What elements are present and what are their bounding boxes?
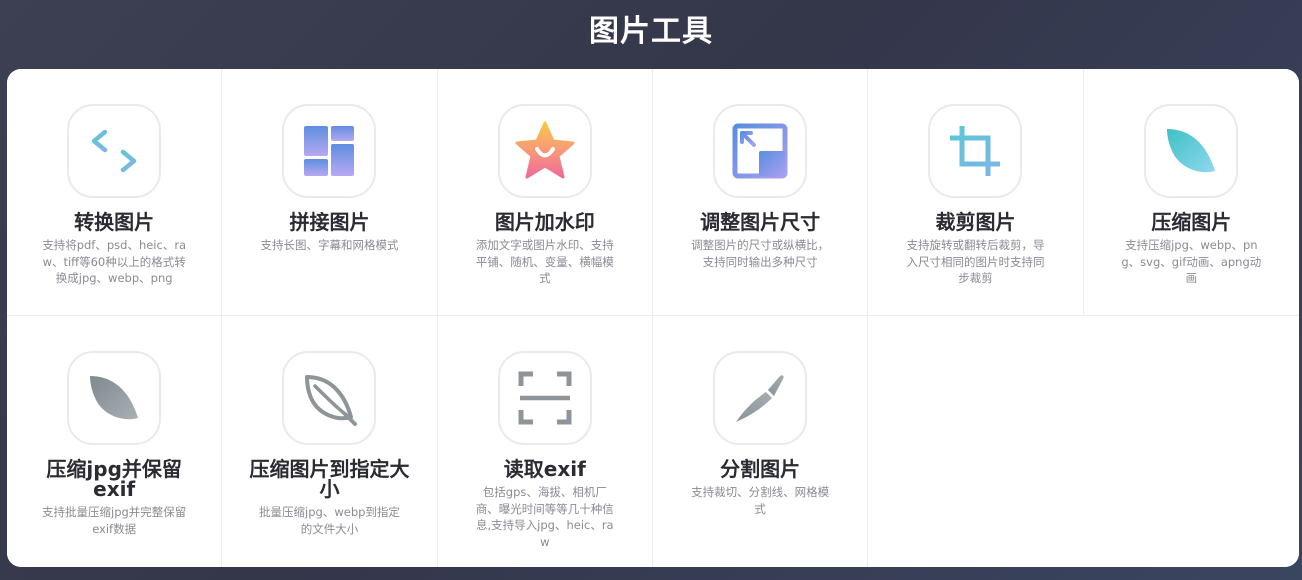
tool-title: 转换图片 [74,210,155,234]
tool-title: 读取exif [503,457,586,481]
tool-description: 支持长图、字幕和网格模式 [260,238,399,252]
tool-compress-to-size[interactable]: 压缩图片到指定大小 批量压缩jpg、webp到指定的文件大小 [222,316,438,567]
tool-title: 压缩jpg并保留exif [46,457,182,501]
star-watermark-icon [497,104,592,198]
page-title: 图片工具 [589,14,713,49]
tool-title: 分割图片 [720,457,801,481]
knife-icon [713,351,808,445]
tool-convert-image[interactable]: 转换图片 支持将pdf、psd、heic、raw、tiff等60种以上的格式转换… [7,69,223,316]
tool-title: 裁剪图片 [935,210,1016,234]
tool-description: 支持将pdf、psd、heic、raw、tiff等60种以上的格式转换成jpg、… [42,238,187,285]
leaf-icon [1144,104,1239,198]
resize-icon [713,104,808,198]
empty-cell [1083,316,1299,567]
tool-description: 支持压缩jpg、webp、png、svg、gif动画、apng动画 [1121,238,1262,285]
tool-stitch-image[interactable]: 拼接图片 支持长图、字幕和网格模式 [222,69,438,316]
crop-icon [928,104,1023,198]
tools-panel: 转换图片 支持将pdf、psd、heic、raw、tiff等60种以上的格式转换… [7,69,1299,567]
tool-title: 图片加水印 [494,210,595,234]
tool-title: 压缩图片到指定大小 [249,457,410,501]
grid-layout-icon [282,104,377,198]
tool-read-exif[interactable]: 读取exif 包括gps、海拔、相机厂商、曝光时间等等几十种信息,支持导入jpg… [437,316,653,567]
tool-description: 支持旋转或翻转后裁剪，导入尺寸相同的图片时支持同步裁剪 [906,238,1045,285]
empty-cell [868,316,1084,567]
tool-crop-image[interactable]: 裁剪图片 支持旋转或翻转后裁剪，导入尺寸相同的图片时支持同步裁剪 [868,69,1084,316]
tool-description: 支持批量压缩jpg并完整保留exif数据 [42,505,187,536]
leaf-outline-icon [282,351,377,445]
tool-watermark-image[interactable]: 图片加水印 添加文字或图片水印、支持平铺、随机、变量、横幅模式 [437,69,653,316]
tool-description: 添加文字或图片水印、支持平铺、随机、变量、横幅模式 [475,238,614,285]
tool-compress-image[interactable]: 压缩图片 支持压缩jpg、webp、png、svg、gif动画、apng动画 [1083,69,1299,316]
tool-title: 压缩图片 [1151,210,1232,234]
tool-resize-image[interactable]: 调整图片尺寸 调整图片的尺寸或纵横比，支持同时输出多种尺寸 [652,69,869,316]
tool-title: 调整图片尺寸 [700,210,821,234]
scan-icon [497,351,592,445]
tool-split-image[interactable]: 分割图片 支持裁切、分割线、网格模式 [652,316,869,567]
tool-title: 拼接图片 [289,210,370,234]
tool-description: 包括gps、海拔、相机厂商、曝光时间等等几十种信息,支持导入jpg、heic、r… [475,485,614,549]
tool-description: 批量压缩jpg、webp到指定的文件大小 [259,505,400,536]
convert-arrows-icon [67,104,162,198]
leaf-gray-icon [67,351,162,445]
tool-compress-jpg-keep-exif[interactable]: 压缩jpg并保留exif 支持批量压缩jpg并完整保留exif数据 [7,316,223,567]
tool-description: 调整图片的尺寸或纵横比，支持同时输出多种尺寸 [691,238,830,269]
tool-description: 支持裁切、分割线、网格模式 [691,485,830,516]
